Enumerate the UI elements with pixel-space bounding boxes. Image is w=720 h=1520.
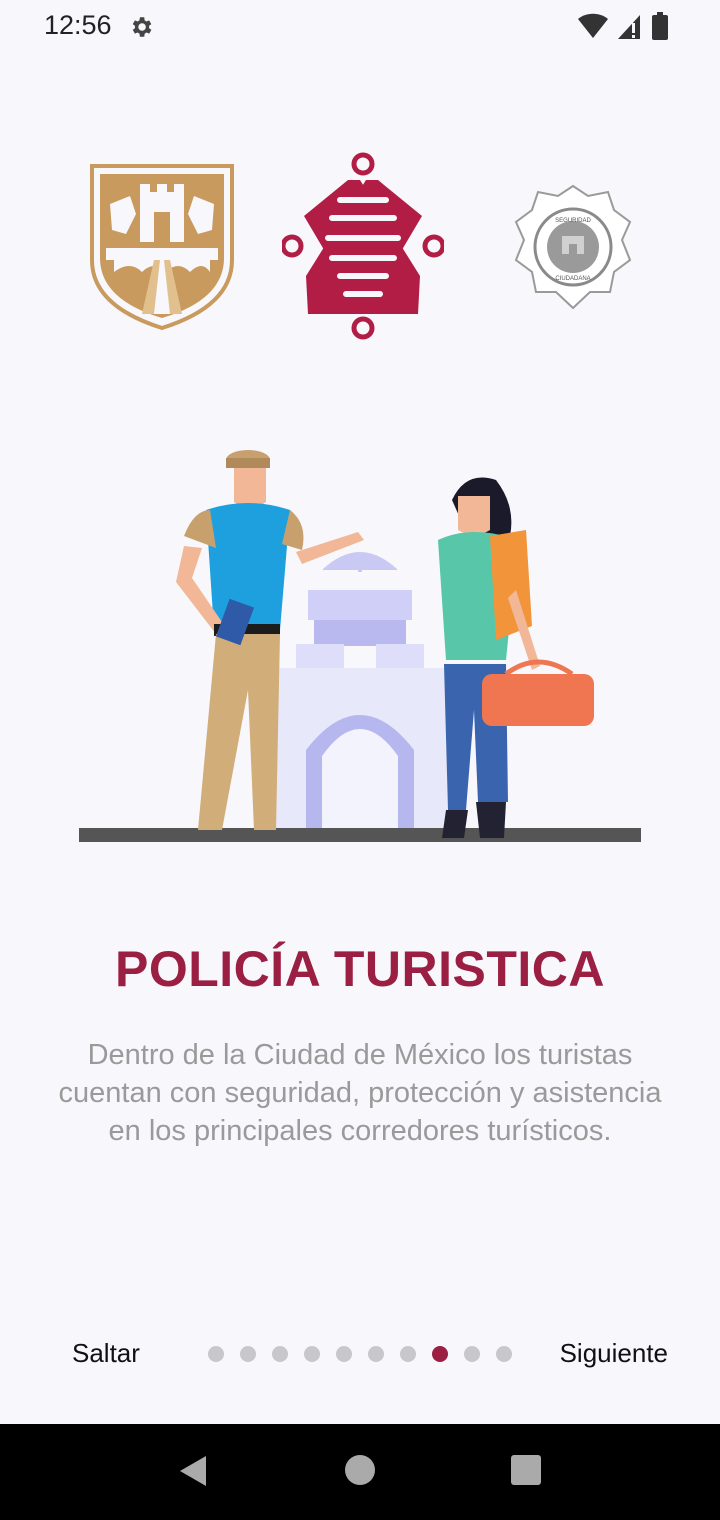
seguridad-ciudadana-badge-logo: SEGURIDAD CIUDADANA	[514, 184, 632, 310]
page-dot	[368, 1346, 384, 1362]
page-indicator	[208, 1346, 512, 1362]
tourist-police-illustration	[79, 450, 641, 842]
signal-icon	[618, 15, 640, 39]
page-dot	[304, 1346, 320, 1362]
next-button[interactable]: Siguiente	[560, 1338, 668, 1369]
back-icon[interactable]	[176, 1454, 210, 1488]
ssc-knot-logo	[282, 152, 444, 340]
system-navigation-bar	[0, 1424, 720, 1520]
recents-icon[interactable]	[510, 1454, 542, 1486]
badge-top-text: SEGURIDAD	[555, 218, 591, 224]
status-bar: 12:56	[0, 0, 720, 56]
logos-row: SEGURIDAD CIUDADANA	[0, 140, 720, 360]
home-icon[interactable]	[344, 1454, 376, 1486]
page-dot	[496, 1346, 512, 1362]
cdmx-shield-logo	[90, 164, 234, 330]
page-dot	[400, 1346, 416, 1362]
page-title: POLICÍA TURISTICA	[115, 941, 605, 997]
wifi-icon	[578, 13, 608, 38]
settings-icon	[132, 17, 152, 37]
page-description: Dentro de la Ciudad de México los turist…	[58, 1039, 662, 1147]
skip-button[interactable]: Saltar	[72, 1338, 140, 1369]
status-time: 12:56	[44, 10, 112, 40]
badge-bottom-text: CIUDADANA	[555, 276, 590, 282]
onboarding-navigation: Saltar Siguiente	[0, 1330, 720, 1380]
page-dot	[272, 1346, 288, 1362]
page-dot	[336, 1346, 352, 1362]
page-dot	[464, 1346, 480, 1362]
tourist-illustration	[438, 477, 594, 838]
battery-icon	[652, 12, 668, 40]
page-dot	[240, 1346, 256, 1362]
monument-illustration	[272, 552, 448, 830]
page-dot-active	[432, 1346, 448, 1362]
page-dot	[208, 1346, 224, 1362]
